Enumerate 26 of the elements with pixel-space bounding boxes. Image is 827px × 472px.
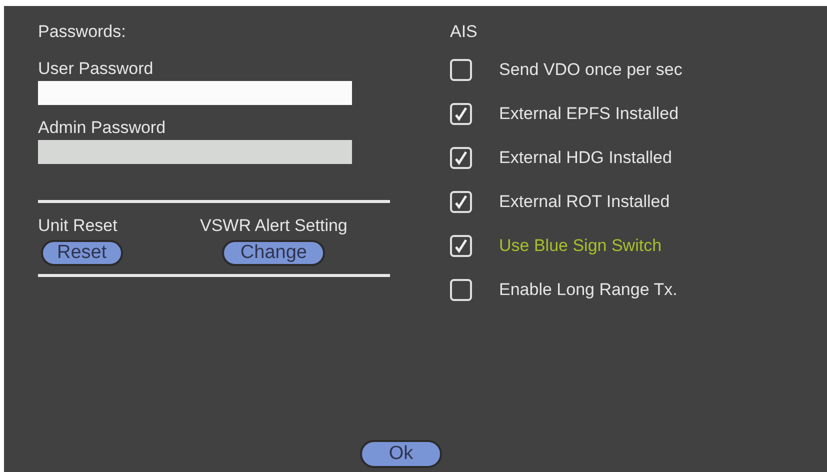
option-label: Send VDO once per sec (499, 60, 682, 80)
checkbox[interactable] (450, 191, 472, 213)
checkbox[interactable] (450, 103, 472, 125)
action-button[interactable]: Change (222, 240, 325, 266)
setting-label: VSWR Alert Setting (200, 216, 348, 236)
section-title: Passwords: (38, 22, 127, 43)
option-label: External ROT Installed (499, 192, 670, 212)
setting-label: Unit Reset (38, 216, 118, 236)
checkbox[interactable] (450, 235, 472, 257)
option-label: External EPFS Installed (499, 104, 679, 124)
check-icon (452, 149, 470, 167)
ok-button[interactable]: Ok (360, 440, 442, 468)
checkbox[interactable] (450, 279, 472, 301)
check-icon (452, 193, 470, 211)
check-icon (452, 237, 470, 255)
option-label: External HDG Installed (499, 148, 672, 168)
option-label: Use Blue Sign Switch (499, 236, 662, 256)
checkbox[interactable] (450, 59, 472, 81)
field-label: Admin Password (38, 118, 167, 139)
option-label: Enable Long Range Tx. (499, 280, 678, 300)
password-field[interactable] (38, 81, 352, 105)
check-icon (452, 105, 470, 123)
action-button[interactable]: Reset (41, 240, 123, 266)
field-label: User Password (38, 59, 154, 80)
checkbox[interactable] (450, 147, 472, 169)
section-title: AIS (450, 22, 478, 43)
